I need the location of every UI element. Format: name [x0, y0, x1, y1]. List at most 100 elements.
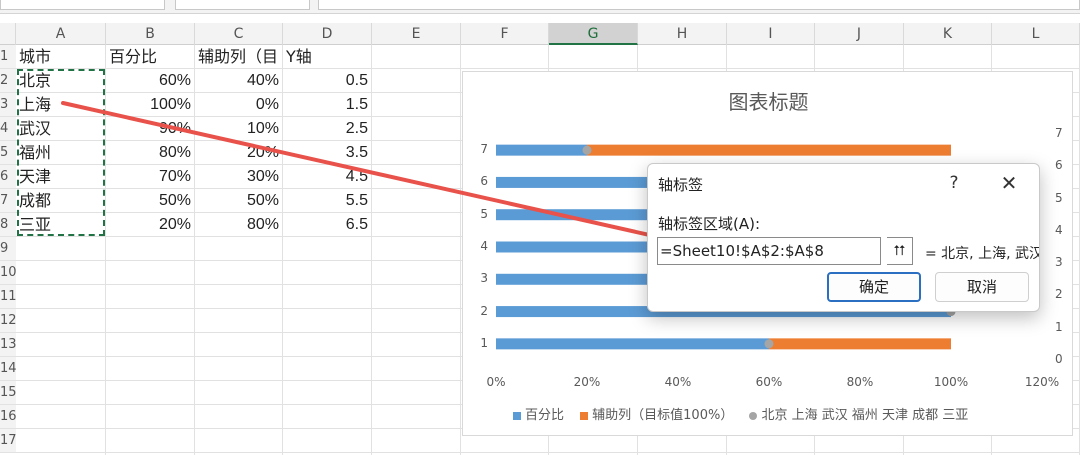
- function-buttons[interactable]: [175, 0, 310, 10]
- row-header-5[interactable]: 5: [0, 141, 16, 165]
- value-cell[interactable]: 30%: [195, 165, 283, 189]
- row-header-4[interactable]: 4: [0, 117, 16, 141]
- bar-series1-1: [496, 338, 769, 350]
- value-cell[interactable]: 20%: [106, 213, 195, 237]
- column-header-G[interactable]: G: [549, 23, 638, 45]
- column-header-C[interactable]: C: [195, 23, 283, 45]
- city-cell[interactable]: 北京: [16, 69, 106, 93]
- column-header-A[interactable]: A: [16, 23, 106, 45]
- row-header-2[interactable]: 2: [0, 69, 16, 93]
- collapse-dialog-icon[interactable]: ⮅: [887, 237, 913, 265]
- scatter-point: [582, 145, 592, 155]
- value-cell[interactable]: 80%: [106, 141, 195, 165]
- column-header-I[interactable]: I: [727, 23, 815, 45]
- bar-series2-7: [587, 144, 951, 156]
- value-cell[interactable]: 90%: [106, 117, 195, 141]
- formula-input[interactable]: [318, 0, 1080, 10]
- value-cell[interactable]: 60%: [106, 69, 195, 93]
- value-cell[interactable]: 3.5: [283, 141, 372, 165]
- select-all-corner[interactable]: [0, 23, 16, 45]
- y-tick-label: 4: [480, 239, 488, 253]
- value-cell[interactable]: 1.5: [283, 93, 372, 117]
- y2-tick-label: 3: [1055, 255, 1063, 270]
- value-cell[interactable]: 70%: [106, 165, 195, 189]
- y2-tick-label: 4: [1055, 222, 1063, 237]
- chart-legend[interactable]: 百分比 辅助列（目标值100%） 北京 上海 武汉 福州 天津 成都 三亚: [513, 404, 980, 423]
- row-header-16[interactable]: 16: [0, 405, 17, 429]
- legend-marker-series3: [749, 411, 758, 420]
- x-tick-label: 80%: [846, 375, 874, 389]
- row-header-14[interactable]: 14: [0, 357, 17, 381]
- legend-label-series1: 百分比: [525, 408, 565, 423]
- legend-swatch-series2: [580, 411, 589, 420]
- cancel-button[interactable]: 取消: [935, 272, 1029, 302]
- header-cell[interactable]: 百分比: [106, 45, 195, 69]
- city-cell[interactable]: 福州: [16, 141, 106, 165]
- row-header-13[interactable]: 13: [0, 333, 17, 357]
- city-cell[interactable]: 武汉: [16, 117, 106, 141]
- value-cell[interactable]: 40%: [195, 69, 283, 93]
- row-header-8[interactable]: 8: [0, 213, 16, 237]
- column-header-F[interactable]: F: [461, 23, 549, 45]
- column-header-B[interactable]: B: [106, 23, 195, 45]
- column-header-J[interactable]: J: [815, 23, 904, 45]
- column-header-H[interactable]: H: [638, 23, 727, 45]
- city-cell[interactable]: 天津: [16, 165, 106, 189]
- x-tick-label: 20%: [573, 375, 601, 389]
- y2-tick-label: 0: [1055, 352, 1063, 366]
- value-cell[interactable]: 10%: [195, 117, 283, 141]
- header-cell[interactable]: Y轴: [283, 45, 372, 69]
- row-header-12[interactable]: 12: [0, 309, 17, 333]
- x-tick-label: 120%: [1024, 375, 1060, 389]
- city-cell[interactable]: 上海: [16, 93, 106, 117]
- y-tick-label: 6: [480, 174, 488, 189]
- header-cell[interactable]: 辅助列（目: [195, 45, 283, 69]
- range-preview: = 北京, 上海, 武汉: [925, 246, 1039, 262]
- y2-tick-label: 5: [1055, 190, 1063, 205]
- value-cell[interactable]: 50%: [106, 189, 195, 213]
- value-cell[interactable]: 80%: [195, 213, 283, 237]
- value-cell[interactable]: 0.5: [283, 69, 372, 93]
- value-cell[interactable]: 100%: [106, 93, 195, 117]
- legend-label-series2: 辅助列（目标值100%）: [592, 408, 734, 423]
- y-tick-label: 7: [480, 142, 488, 157]
- value-cell[interactable]: 2.5: [283, 117, 372, 141]
- column-header-K[interactable]: K: [904, 23, 992, 45]
- gridline: [16, 452, 1080, 453]
- row-header-7[interactable]: 7: [0, 189, 16, 213]
- header-cell[interactable]: 城市: [16, 45, 106, 69]
- legend-item-series2: 辅助列（目标值100%）: [580, 404, 733, 423]
- value-cell[interactable]: 6.5: [283, 213, 372, 237]
- value-cell[interactable]: 20%: [195, 141, 283, 165]
- row-header-1[interactable]: 1: [0, 45, 16, 69]
- city-cell[interactable]: 成都: [16, 189, 106, 213]
- range-input[interactable]: =Sheet10!$A$2:$A$8: [657, 237, 881, 265]
- ok-button[interactable]: 确定: [827, 272, 921, 302]
- row-header-15[interactable]: 15: [0, 381, 17, 405]
- close-icon[interactable]: ✕: [994, 169, 1024, 197]
- bar-series1-7: [496, 144, 587, 156]
- value-cell[interactable]: 50%: [195, 189, 283, 213]
- column-header: ABCDEFGHIJKL: [0, 23, 1080, 45]
- column-header-D[interactable]: D: [283, 23, 372, 45]
- row-header-3[interactable]: 3: [0, 93, 16, 117]
- name-box[interactable]: [0, 0, 165, 10]
- column-header-E[interactable]: E: [372, 23, 461, 45]
- help-icon[interactable]: ?: [942, 171, 966, 195]
- row-header-10[interactable]: 10: [0, 261, 17, 285]
- x-tick-label: 0%: [486, 375, 506, 389]
- row-header-11[interactable]: 11: [0, 285, 17, 309]
- row-header-9[interactable]: 9: [0, 237, 16, 261]
- value-cell[interactable]: 0%: [195, 93, 283, 117]
- column-header-L[interactable]: L: [992, 23, 1080, 45]
- y2-tick-label: 2: [1055, 287, 1063, 302]
- x-tick-label: 100%: [933, 375, 969, 389]
- range-label: 轴标签区域(A):: [658, 215, 761, 233]
- dialog-title: 轴标签: [658, 176, 704, 194]
- row-header-6[interactable]: 6: [0, 165, 16, 189]
- bar-series2-1: [769, 338, 951, 350]
- value-cell[interactable]: 4.5: [283, 165, 372, 189]
- value-cell[interactable]: 5.5: [283, 189, 372, 213]
- city-cell[interactable]: 三亚: [16, 213, 106, 237]
- row-header-17[interactable]: 17: [0, 429, 17, 453]
